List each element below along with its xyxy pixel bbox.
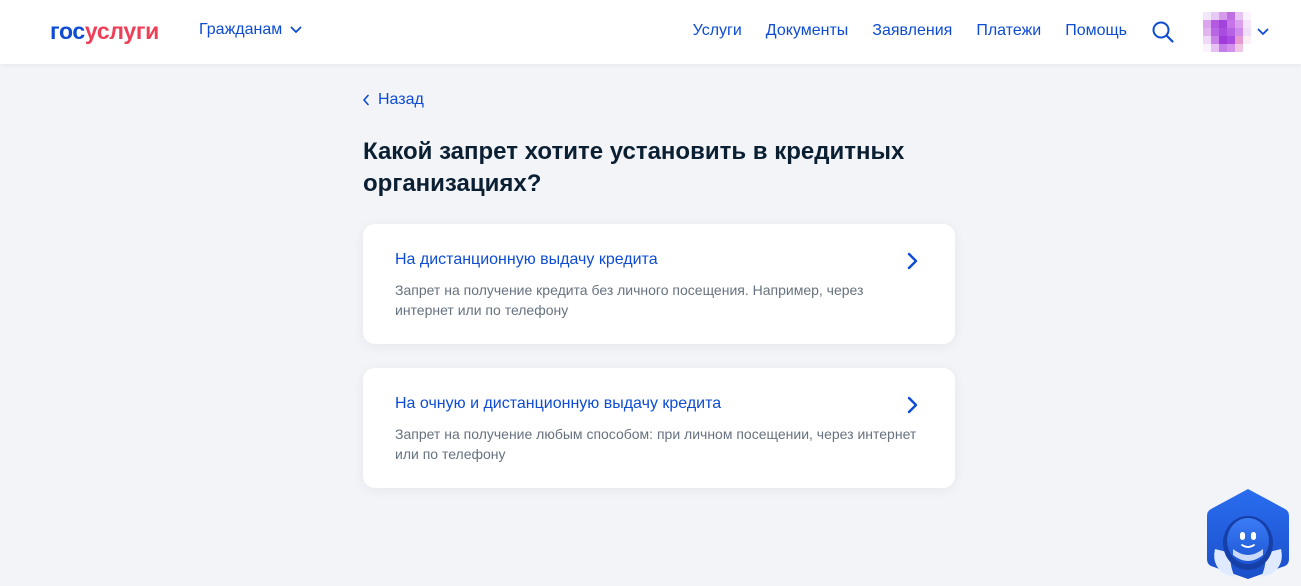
nav-item-documents[interactable]: Документы (766, 21, 848, 41)
option-title: На дистанционную выдачу кредита (395, 251, 658, 268)
nav-item-payments[interactable]: Платежи (976, 21, 1041, 41)
chevron-down-icon (290, 26, 302, 33)
audience-selector[interactable]: Гражданам (199, 21, 302, 39)
page-title: Какой запрет хотите установить в кредитн… (363, 138, 905, 197)
robot-assistant-icon[interactable] (1205, 487, 1291, 581)
option-title: На очную и дистанционную выдачу кредита (395, 395, 722, 412)
search-icon[interactable] (1151, 20, 1175, 44)
chevron-down-icon (1257, 28, 1269, 35)
chevron-right-icon (907, 396, 918, 414)
nav-item-help[interactable]: Помощь (1065, 21, 1127, 41)
chevron-left-icon (363, 94, 369, 106)
logo-part-uslugi: услуги (84, 18, 159, 44)
profile-menu[interactable] (1203, 12, 1269, 52)
option-description: Запрет на получение любым способом: при … (395, 426, 917, 462)
avatar (1203, 12, 1251, 52)
chevron-right-icon (907, 252, 918, 270)
audience-label: Гражданам (199, 21, 283, 38)
main-nav: Услуги Документы Заявления Платежи Помощ… (693, 21, 1127, 41)
back-link[interactable]: Назад (362, 90, 424, 110)
option-description: Запрет на получение кредита без личного … (395, 282, 864, 318)
header: гос услуги Гражданам Услуги Документы Зая… (0, 0, 1301, 64)
nav-item-applications[interactable]: Заявления (872, 21, 952, 41)
option-card-remote[interactable]: На дистанционную выдачу кредита Запрет н… (363, 224, 955, 344)
nav-item-services[interactable]: Услуги (693, 21, 742, 41)
back-label: Назад (378, 91, 424, 108)
logo-part-gos: гос (50, 18, 85, 44)
gosuslugi-logo[interactable]: гос услуги (50, 18, 159, 44)
option-card-in-person-and-remote[interactable]: На очную и дистанционную выдачу кредита … (363, 368, 955, 488)
